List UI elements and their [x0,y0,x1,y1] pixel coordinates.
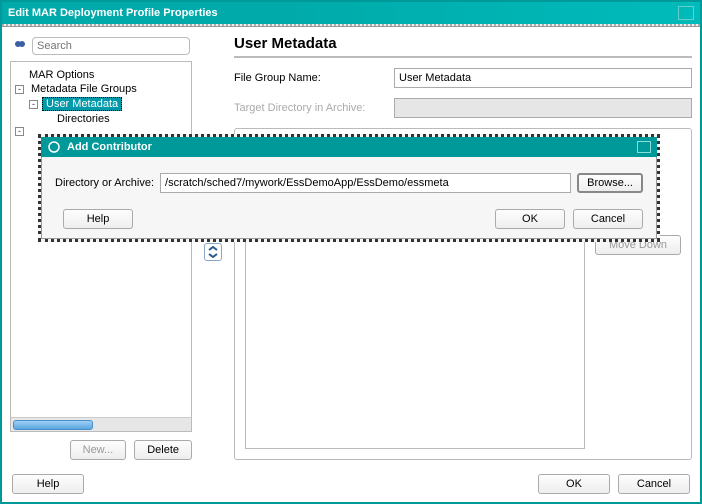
dialog-ok-button[interactable]: OK [495,209,565,229]
content-area: MAR Options - Metadata File Groups - Use… [2,27,700,468]
right-panel: User Metadata File Group Name: Target Di… [234,35,692,468]
dialog-buttons: Help OK Cancel [55,193,643,229]
tree-buttons: New... Delete [10,432,192,468]
dialog-maximize-icon[interactable] [637,141,651,153]
collapse-icon[interactable]: - [15,85,24,94]
left-panel: MAR Options - Metadata File Groups - Use… [10,35,192,468]
tree-node-metadata-file-groups[interactable]: - Metadata File Groups [15,82,187,96]
dialog-title: Add Contributor [67,141,152,153]
dialog-body: Directory or Archive: Browse... Help OK … [41,157,657,239]
ok-button[interactable]: OK [538,474,610,494]
section-underline [234,56,692,58]
tree-node-mar-options[interactable]: MAR Options [15,68,187,82]
tree-panel: MAR Options - Metadata File Groups - Use… [10,61,192,432]
target-dir-label: Target Directory in Archive: [234,102,394,114]
browse-button[interactable]: Browse... [577,173,643,193]
search-icon [12,38,28,54]
add-contributor-dialog: Add Contributor Directory or Archive: Br… [38,134,660,242]
bottom-bar: Help OK Cancel [2,468,700,502]
tree-node-directories[interactable]: Directories [15,112,187,126]
delete-button[interactable]: Delete [134,440,192,460]
cancel-button[interactable]: Cancel [618,474,690,494]
dialog-titlebar: Add Contributor [41,137,657,157]
help-button[interactable]: Help [12,474,84,494]
directory-input[interactable] [160,173,571,193]
dialog-icon [47,140,61,154]
target-dir-input [394,98,692,118]
collapse-icon[interactable]: - [15,127,24,136]
dialog-help-button[interactable]: Help [63,209,133,229]
file-group-label: File Group Name: [234,72,394,84]
scrollbar-thumb[interactable] [13,420,93,430]
horizontal-scrollbar[interactable] [11,417,191,431]
tree: MAR Options - Metadata File Groups - Use… [11,62,191,143]
swap-icon[interactable] [204,243,222,261]
file-group-input[interactable] [394,68,692,88]
main-window: Edit MAR Deployment Profile Properties [0,0,702,504]
maximize-icon[interactable] [678,6,694,20]
section-title: User Metadata [234,35,692,56]
directory-label: Directory or Archive: [55,177,154,189]
file-group-row: File Group Name: [234,68,692,88]
directory-row: Directory or Archive: Browse... [55,173,643,193]
dialog-cancel-button[interactable]: Cancel [573,209,643,229]
search-input[interactable] [32,37,190,55]
transfer-column [202,35,224,468]
main-titlebar: Edit MAR Deployment Profile Properties [2,2,700,24]
tree-node-user-metadata[interactable]: - User Metadata [15,96,187,112]
target-dir-row: Target Directory in Archive: [234,98,692,118]
collapse-icon[interactable]: - [29,100,38,109]
new-button: New... [70,440,127,460]
search-row [10,35,192,61]
window-title: Edit MAR Deployment Profile Properties [8,7,218,19]
